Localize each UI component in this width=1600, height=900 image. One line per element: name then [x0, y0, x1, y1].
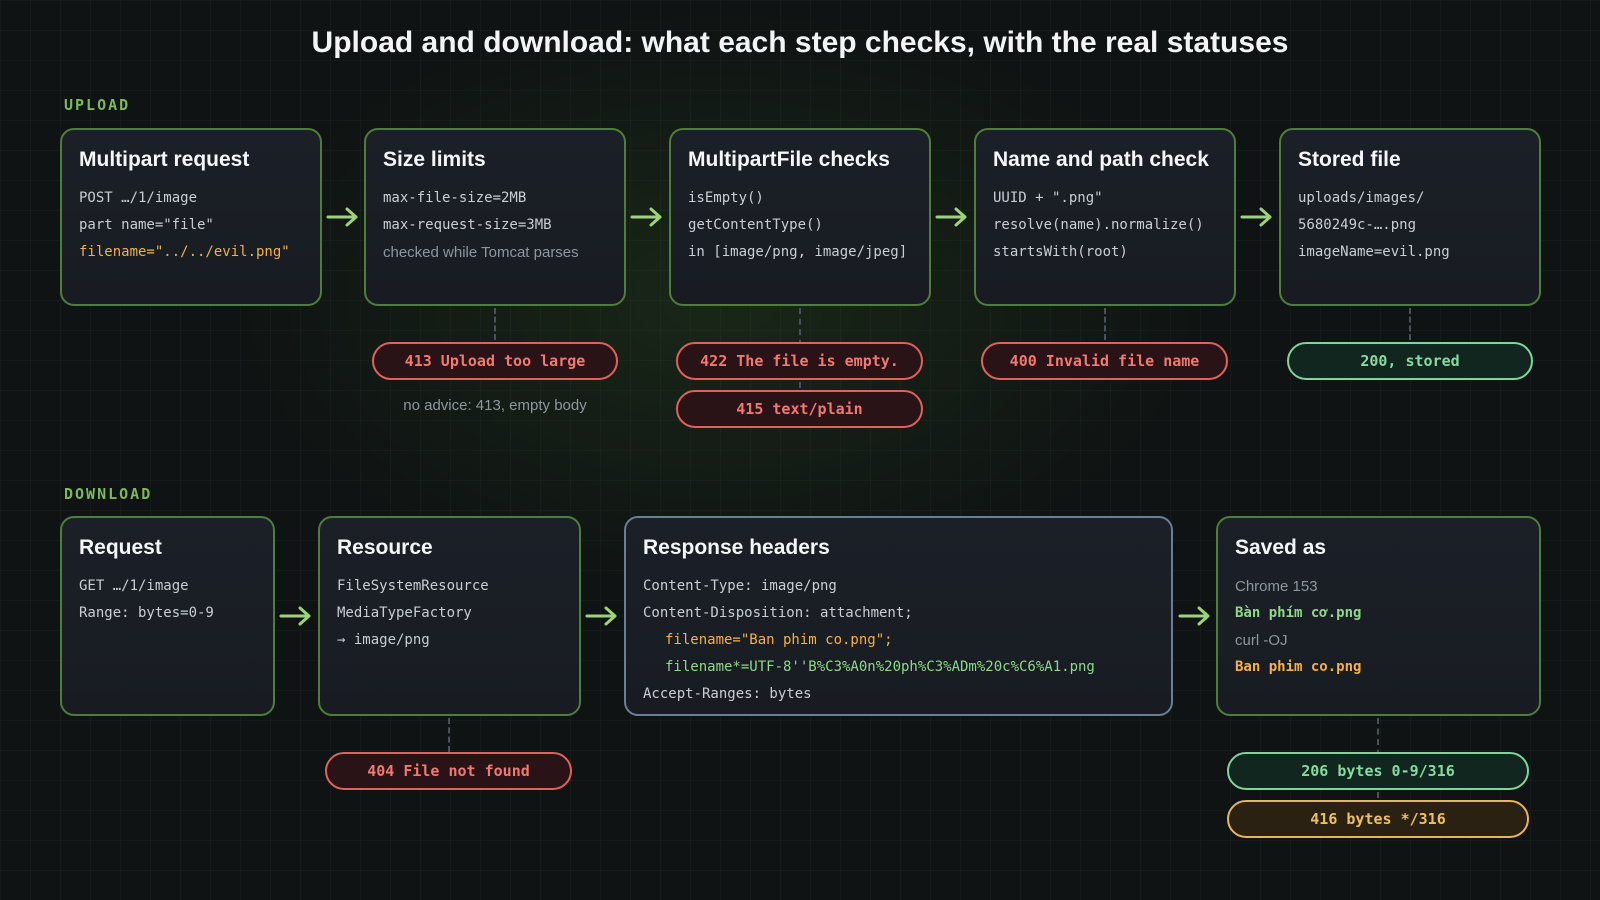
arrow-right-icon	[630, 207, 662, 227]
step-line: Content-Type: image/png	[643, 578, 837, 594]
status-badge-404: 404 File not found	[325, 752, 572, 790]
step-line: imageName=evil.png	[1298, 244, 1450, 260]
step-line: resolve(name).normalize()	[993, 217, 1204, 233]
upload-section-label: UPLOAD	[64, 96, 131, 114]
step-line: max-request-size=3MB	[383, 217, 552, 233]
status-badge-422: 422 The file is empty.	[676, 342, 923, 380]
step-line: Chrome 153	[1235, 578, 1318, 595]
step-multipartfile-checks: MultipartFile checks isEmpty() getConten…	[669, 128, 931, 306]
step-name-path-check: Name and path check UUID + ".png" resolv…	[974, 128, 1236, 306]
step-title: Multipart request	[79, 148, 250, 171]
step-line: filename="Ban phim co.png";	[665, 632, 893, 648]
status-badge-206: 206 bytes 0-9/316	[1227, 752, 1529, 790]
step-line: startsWith(root)	[993, 244, 1128, 260]
download-section-label: DOWNLOAD	[64, 485, 153, 503]
step-title: Name and path check	[993, 148, 1209, 171]
step-line: MediaTypeFactory	[337, 605, 472, 621]
status-note: no advice: 413, empty body	[403, 397, 587, 414]
step-title: Stored file	[1298, 148, 1401, 171]
step-line: uploads/images/	[1298, 190, 1425, 206]
step-line: filename*=UTF-8''B%C3%A0n%20ph%C3%ADm%20…	[665, 659, 1095, 675]
connector-line	[1409, 308, 1411, 340]
step-line: max-file-size=2MB	[383, 190, 527, 206]
step-title: Size limits	[383, 148, 486, 171]
step-line: Range: bytes=0-9	[79, 605, 214, 621]
step-line: checked while Tomcat parses	[383, 244, 579, 261]
step-resource: Resource FileSystemResource MediaTypeFac…	[318, 516, 581, 716]
step-title: Response headers	[643, 536, 830, 559]
step-title: Resource	[337, 536, 433, 559]
step-line: Content-Disposition: attachment;	[643, 605, 913, 621]
step-title: Saved as	[1235, 536, 1327, 559]
step-line: getContentType()	[688, 217, 823, 233]
step-response-headers: Response headers Content-Type: image/png…	[624, 516, 1173, 716]
step-line: POST …/1/image	[79, 190, 198, 206]
step-line: 5680249c-….png	[1298, 217, 1417, 233]
step-line: Accept-Ranges: bytes	[643, 686, 812, 702]
step-line: UUID + ".png"	[993, 190, 1103, 206]
step-line: curl -OJ	[1235, 632, 1288, 649]
page-title: Upload and download: what each step chec…	[311, 26, 1289, 59]
step-saved-as: Saved as Chrome 153 Bàn phím cơ.png curl…	[1216, 516, 1541, 716]
arrow-right-icon	[1178, 606, 1210, 626]
step-line: in [image/png, image/jpeg]	[688, 244, 908, 260]
status-badge-413: 413 Upload too large	[372, 342, 618, 380]
step-line: isEmpty()	[688, 190, 764, 206]
step-title: MultipartFile checks	[688, 148, 890, 171]
status-badge-415: 415 text/plain	[676, 390, 923, 428]
step-request: Request GET …/1/image Range: bytes=0-9	[60, 516, 275, 716]
step-stored-file: Stored file uploads/images/ 5680249c-….p…	[1279, 128, 1541, 306]
status-badge-200: 200, stored	[1287, 342, 1533, 380]
connector-line	[494, 308, 496, 340]
step-title: Request	[79, 536, 162, 559]
step-line: filename="../../evil.png"	[79, 244, 290, 260]
connector-line	[1104, 308, 1106, 340]
status-badge-416: 416 bytes */316	[1227, 800, 1529, 838]
arrow-right-icon	[935, 207, 967, 227]
step-line: GET …/1/image	[79, 578, 189, 594]
arrow-right-icon	[326, 207, 358, 227]
status-badge-400: 400 Invalid file name	[981, 342, 1228, 380]
step-line: Bàn phím cơ.png	[1235, 605, 1362, 621]
step-multipart-request: Multipart request POST …/1/image part na…	[60, 128, 322, 306]
step-line: Ban phim co.png	[1235, 659, 1362, 675]
step-size-limits: Size limits max-file-size=2MB max-reques…	[364, 128, 626, 306]
step-line: → image/png	[337, 632, 430, 648]
arrow-right-icon	[1240, 207, 1272, 227]
step-line: FileSystemResource	[337, 578, 489, 594]
connector-line	[448, 718, 450, 752]
arrow-right-icon	[279, 606, 311, 626]
arrow-right-icon	[585, 606, 617, 626]
step-line: part name="file"	[79, 217, 214, 233]
